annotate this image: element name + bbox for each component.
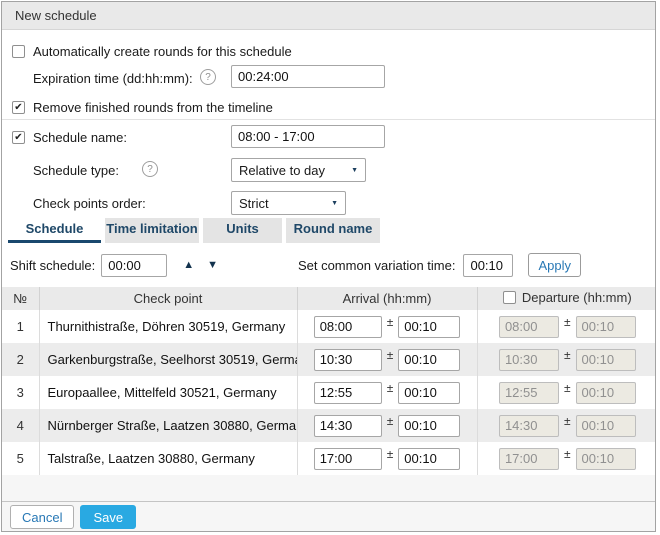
checkpoint-name: Thurnithistraße, Döhren 30519, Germany (39, 310, 297, 343)
expiration-help-icon[interactable]: ? (200, 69, 216, 85)
remove-finished-checkbox[interactable]: ✔ (12, 101, 25, 114)
checkpoints-order-value: Strict (239, 196, 269, 211)
variation-group: Set common variation time: Apply (298, 253, 655, 277)
departure-variation-input (576, 349, 636, 371)
row-number: 1 (2, 310, 39, 343)
tab-units[interactable]: Units (203, 218, 282, 243)
arrival-variation-input[interactable] (398, 415, 460, 437)
checkpoints-order-label: Check points order: (33, 196, 146, 211)
arrival-variation-input[interactable] (398, 382, 460, 404)
table-row: 2 Garkenburgstraße, Seelhorst 30519, Ger… (2, 343, 656, 376)
shift-schedule-label: Shift schedule: (10, 258, 95, 273)
departure-time-input (499, 349, 559, 371)
expiration-time-input[interactable] (231, 65, 385, 88)
departure-variation-input (576, 415, 636, 437)
plus-minus-sign: ± (564, 381, 571, 395)
table-row: 1 Thurnithistraße, Döhren 30519, Germany… (2, 310, 656, 343)
schedule-type-select[interactable]: Relative to day ▼ (231, 158, 366, 182)
departure-variation-input (576, 316, 636, 338)
schedule-name-input[interactable] (231, 125, 385, 148)
column-header-arrival: Arrival (hh:mm) (297, 287, 477, 310)
row-number: 5 (2, 442, 39, 475)
schedule-toolbar: Shift schedule: ▲ ▼ Set common variation… (2, 243, 655, 287)
chevron-down-icon: ▼ (351, 167, 358, 174)
new-schedule-dialog: New schedule Automatically create rounds… (1, 1, 656, 532)
column-header-number: № (2, 287, 39, 310)
column-header-departure: Departure (hh:mm) (477, 287, 656, 310)
arrival-time-input[interactable] (314, 448, 382, 470)
row-number: 4 (2, 409, 39, 442)
plus-minus-sign: ± (564, 348, 571, 362)
departure-time-input (499, 382, 559, 404)
plus-minus-sign: ± (387, 315, 394, 329)
schedule-type-help-icon[interactable]: ? (142, 161, 158, 177)
dialog-title: New schedule (2, 2, 655, 30)
departure-header-label: Departure (hh:mm) (522, 290, 632, 305)
plus-minus-sign: ± (387, 447, 394, 461)
plus-minus-sign: ± (387, 414, 394, 428)
arrival-time-input[interactable] (314, 349, 382, 371)
remove-finished-label: Remove finished rounds from the timeline (33, 100, 273, 115)
departure-variation-input (576, 382, 636, 404)
checkpoint-name: Europaallee, Mittelfeld 30521, Germany (39, 376, 297, 409)
table-bottom-spacer (2, 475, 655, 501)
shift-down-icon[interactable]: ▼ (207, 260, 218, 271)
cancel-button[interactable]: Cancel (10, 505, 74, 529)
dialog-footer: Cancel Save (2, 501, 655, 532)
form-divider (2, 119, 655, 120)
expiration-time-label: Expiration time (dd:hh:mm): (33, 71, 193, 86)
plus-minus-sign: ± (564, 414, 571, 428)
arrival-variation-input[interactable] (398, 349, 460, 371)
column-header-checkpoint: Check point (39, 287, 297, 310)
schedule-form: Automatically create rounds for this sch… (2, 30, 655, 218)
row-number: 2 (2, 343, 39, 376)
tab-time-limitation[interactable]: Time limitation (105, 218, 199, 243)
tab-bar: Schedule Time limitation Units Round nam… (2, 218, 655, 243)
plus-minus-sign: ± (387, 348, 394, 362)
checkpoints-order-select[interactable]: Strict ▼ (231, 191, 346, 215)
auto-create-rounds-checkbox[interactable] (12, 45, 25, 58)
tab-round-name[interactable]: Round name (286, 218, 380, 243)
schedule-type-value: Relative to day (239, 163, 325, 178)
arrival-time-input[interactable] (314, 316, 382, 338)
shift-up-icon[interactable]: ▲ (183, 260, 194, 271)
table-header-row: № Check point Arrival (hh:mm) Departure … (2, 287, 656, 310)
table-row: 5 Talstraße, Laatzen 30880, Germany ± ± (2, 442, 656, 475)
arrival-time-input[interactable] (314, 382, 382, 404)
table-row: 4 Nürnberger Straße, Laatzen 30880, Germ… (2, 409, 656, 442)
table-row: 3 Europaallee, Mittelfeld 30521, Germany… (2, 376, 656, 409)
variation-time-label: Set common variation time: (298, 258, 456, 273)
departure-enable-checkbox[interactable] (503, 291, 516, 304)
checkpoints-table: № Check point Arrival (hh:mm) Departure … (2, 287, 656, 475)
schedule-type-label: Schedule type: (33, 163, 119, 178)
plus-minus-sign: ± (564, 315, 571, 329)
chevron-down-icon: ▼ (331, 200, 338, 207)
schedule-name-label: Schedule name: (33, 130, 127, 145)
auto-create-rounds-label: Automatically create rounds for this sch… (33, 44, 292, 59)
departure-time-input (499, 316, 559, 338)
shift-schedule-input[interactable] (101, 254, 167, 277)
departure-variation-input (576, 448, 636, 470)
apply-button[interactable]: Apply (528, 253, 581, 277)
row-number: 3 (2, 376, 39, 409)
checkpoint-name: Nürnberger Straße, Laatzen 30880, German… (39, 409, 297, 442)
arrival-time-input[interactable] (314, 415, 382, 437)
checkpoint-name: Garkenburgstraße, Seelhorst 30519, Germa… (39, 343, 297, 376)
schedule-name-checkbox[interactable]: ✔ (12, 131, 25, 144)
departure-time-input (499, 415, 559, 437)
save-button[interactable]: Save (80, 505, 136, 529)
plus-minus-sign: ± (387, 381, 394, 395)
arrival-variation-input[interactable] (398, 316, 460, 338)
arrival-variation-input[interactable] (398, 448, 460, 470)
departure-time-input (499, 448, 559, 470)
checkpoint-name: Talstraße, Laatzen 30880, Germany (39, 442, 297, 475)
tab-schedule[interactable]: Schedule (8, 218, 101, 243)
variation-time-input[interactable] (463, 254, 513, 277)
plus-minus-sign: ± (564, 447, 571, 461)
